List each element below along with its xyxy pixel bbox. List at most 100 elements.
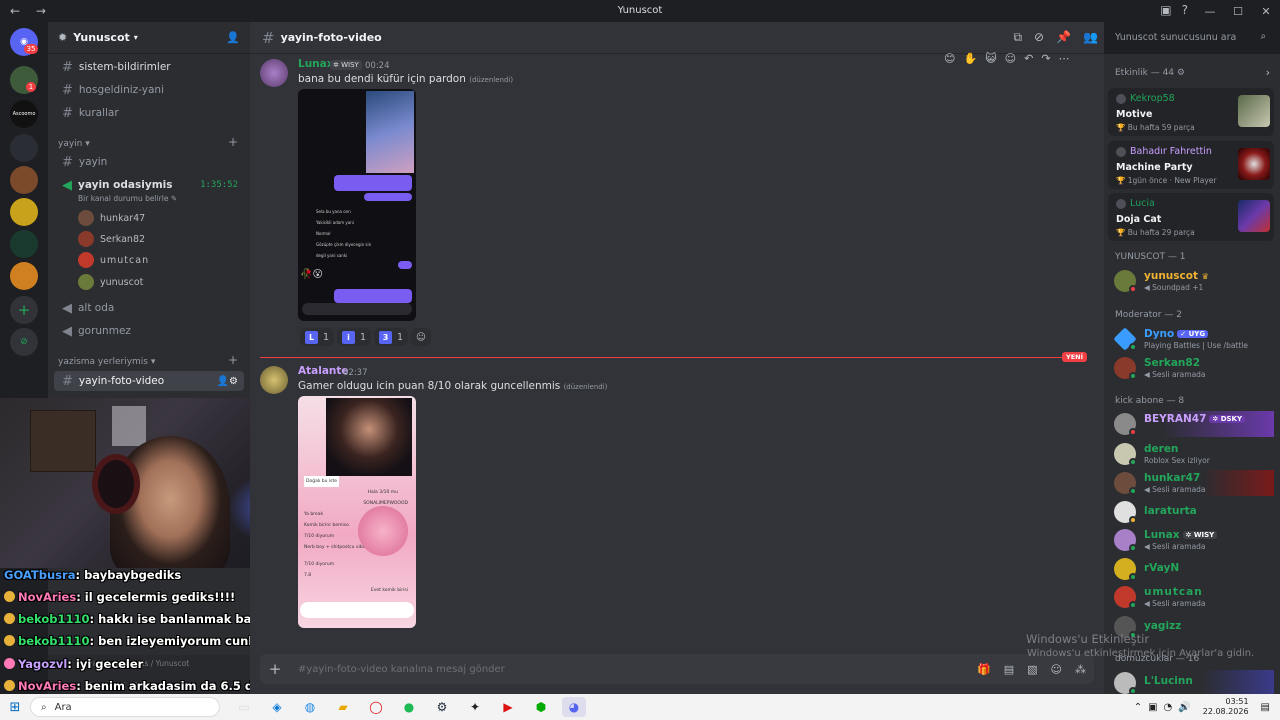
server-icon-2[interactable]: Ascoomo xyxy=(10,100,38,128)
channel-yayin-foto-video[interactable]: # yayin-foto-video 👤⚙ xyxy=(54,371,244,391)
emoji-icon[interactable]: ✋ xyxy=(963,52,977,65)
voice-channel-gorunmez[interactable]: ◀ gorunmez xyxy=(54,321,244,341)
member-item[interactable]: rVayN xyxy=(1114,556,1274,582)
category-yayin[interactable]: yayin ▾ xyxy=(58,139,90,149)
wifi-icon[interactable]: ◔ xyxy=(1164,702,1173,713)
channel-yayin[interactable]: # yayin xyxy=(54,152,244,172)
server-icon-6[interactable] xyxy=(10,230,38,258)
server-icon-7[interactable] xyxy=(10,262,38,290)
server-icon-4[interactable] xyxy=(10,166,38,194)
add-member-icon[interactable]: 👤 xyxy=(226,31,240,44)
channel-hosgeldiniz[interactable]: # hosgeldiniz-yani xyxy=(54,80,244,100)
badge-icon xyxy=(4,591,15,602)
voice-channel-alt-oda[interactable]: ◀ alt oda xyxy=(54,298,244,318)
chevron-right-icon[interactable]: › xyxy=(1266,66,1270,79)
channel-sistem-bildirimler[interactable]: # sistem-bildirimler xyxy=(54,57,244,77)
reaction[interactable]: L1 xyxy=(300,328,335,346)
network-icon[interactable]: ▣ xyxy=(1148,702,1157,713)
activity-card[interactable]: Bahadır Fahrettin Machine Party 🏆 1gün ö… xyxy=(1108,141,1274,189)
image-attachment[interactable]: Sela bu yana onn Yakisikli adam yani Nor… xyxy=(298,89,416,321)
server-header[interactable]: ✹ Yunuscot ▾ 👤 xyxy=(48,22,250,54)
discord-icon[interactable]: ◕ xyxy=(562,697,586,717)
emoji-icon[interactable]: 😺 xyxy=(985,52,996,65)
maximize-icon[interactable]: ☐ xyxy=(1224,5,1252,18)
message-composer[interactable]: + #yayin-foto-video kanalına mesaj gönde… xyxy=(260,654,1094,684)
opera-icon[interactable]: ◯ xyxy=(364,697,388,717)
member-item[interactable]: Serkan82 ◀ Sesli aramada xyxy=(1114,355,1274,381)
notification-icon[interactable]: ▤ xyxy=(1261,702,1270,713)
voice-user[interactable]: Serkan82 xyxy=(78,231,145,247)
add-server-icon[interactable]: + xyxy=(10,296,38,324)
forward-icon[interactable]: ↷ xyxy=(1041,52,1050,65)
message-author[interactable]: Atalante xyxy=(298,365,349,377)
channel-kurallar[interactable]: # kurallar xyxy=(54,103,244,123)
copilot-icon[interactable]: ◈ xyxy=(265,697,289,717)
member-item[interactable]: laraturta xyxy=(1114,499,1274,525)
sticker-icon[interactable]: ▧ xyxy=(1027,663,1037,676)
member-name: yagizz xyxy=(1144,620,1182,632)
voice-user[interactable]: hunkar47 xyxy=(78,210,145,226)
emoji-icon[interactable]: ☺ xyxy=(1051,663,1062,676)
spotify-icon[interactable]: ● xyxy=(397,697,421,717)
app-icon[interactable]: ⬢ xyxy=(529,697,553,717)
clock[interactable]: 03:51 22.08.2026 xyxy=(1203,697,1249,717)
member-item[interactable]: deren Roblox Sex izliyor xyxy=(1114,441,1274,467)
minimize-icon[interactable]: — xyxy=(1196,5,1224,18)
avatar[interactable] xyxy=(260,59,288,87)
mute-icon[interactable]: ⊘ xyxy=(1034,30,1044,45)
voice-status[interactable]: Bir kanal durumu belirle ✎ xyxy=(78,194,177,203)
steam-icon[interactable]: ⚙ xyxy=(430,697,454,717)
explorer-icon[interactable]: ▰ xyxy=(331,697,355,717)
chat-bubble xyxy=(398,261,412,269)
more-icon[interactable]: ⋯ xyxy=(1059,52,1070,65)
attach-icon[interactable]: + xyxy=(260,660,290,678)
apps-icon[interactable]: ⁂ xyxy=(1075,663,1086,676)
reaction[interactable]: 31 xyxy=(374,328,409,346)
app-icon[interactable]: ▶ xyxy=(496,697,520,717)
pin-icon[interactable]: 📌 xyxy=(1056,30,1071,45)
app-icon[interactable]: ✦ xyxy=(463,697,487,717)
threads-icon[interactable]: ⧉ xyxy=(1013,30,1022,45)
voice-user[interactable]: yunuscot xyxy=(78,274,143,290)
channel-settings-icon[interactable]: 👤⚙ xyxy=(217,376,238,387)
edge-icon[interactable]: ◍ xyxy=(298,697,322,717)
activity-card[interactable]: Lucia Doja Cat 🏆 Bu hafta 29 parça xyxy=(1108,193,1274,241)
gift-icon[interactable]: 🎁 xyxy=(977,663,991,676)
add-reaction-icon[interactable]: ☺ xyxy=(1005,52,1016,65)
server-icon-5[interactable] xyxy=(10,198,38,226)
volume-icon[interactable]: 🔊 xyxy=(1178,702,1190,713)
avatar[interactable] xyxy=(260,366,288,394)
member-item[interactable]: Dyno ✓ UYG Playing Battles | Use /battle xyxy=(1113,326,1274,352)
activity-header[interactable]: Etkinlik — 44 ⚙ xyxy=(1115,68,1185,78)
discover-icon[interactable]: ⊘ xyxy=(10,328,38,356)
task-view-icon[interactable]: ▭ xyxy=(232,697,256,717)
server-icon-3[interactable] xyxy=(10,134,38,162)
close-icon[interactable]: ✕ xyxy=(1252,5,1280,18)
member-list-icon[interactable]: 👥 xyxy=(1083,30,1098,45)
add-reaction-button[interactable]: ☺ xyxy=(411,328,431,346)
chevron-up-icon[interactable]: ⌃ xyxy=(1134,702,1142,713)
help-icon[interactable]: ? xyxy=(1182,3,1188,17)
member-status: ◀ Sesli aramada xyxy=(1144,485,1206,494)
voice-user[interactable]: umutcan xyxy=(78,252,149,268)
server-search-input[interactable]: Yunuscot sunucusunu ara ⌕ xyxy=(1108,27,1272,49)
category-yazisma[interactable]: yazisma yerleriymis ▾ xyxy=(58,357,155,367)
member-item[interactable]: yunuscot ♛ ◀ Soundpad +1 xyxy=(1114,268,1274,294)
add-channel-icon[interactable]: + xyxy=(228,353,238,367)
member-item[interactable]: BEYRAN47 ✲ DSKY xyxy=(1114,411,1274,437)
message-author[interactable]: Lunax xyxy=(298,58,334,70)
gif-icon[interactable]: ▤ xyxy=(1004,663,1014,676)
member-item[interactable]: Lunax ✲ WISY ◀ Sesli aramada xyxy=(1114,527,1274,553)
reply-icon[interactable]: ↶ xyxy=(1024,52,1033,65)
member-item[interactable]: umutcan ◀ Sesli aramada xyxy=(1114,584,1274,610)
member-item[interactable]: hunkar47 ◀ Sesli aramada xyxy=(1114,470,1274,496)
inbox-icon[interactable]: ▣ xyxy=(1160,3,1171,17)
activity-card[interactable]: Kekrop58 Motive 🏆 Bu hafta 59 parça xyxy=(1108,88,1274,136)
windows-start-icon[interactable]: ⊞ xyxy=(0,700,30,715)
member-item[interactable]: L'Lucinn xyxy=(1114,670,1274,696)
emoji-icon[interactable]: 😊 xyxy=(944,52,955,65)
reaction[interactable]: i1 xyxy=(337,328,372,346)
taskbar-search[interactable]: ⌕ Ara xyxy=(30,697,220,717)
image-attachment[interactable]: Doğalı bu iste Hala 3/10 mu SONALIMEPWOO… xyxy=(298,396,416,628)
add-channel-icon[interactable]: + xyxy=(228,135,238,149)
